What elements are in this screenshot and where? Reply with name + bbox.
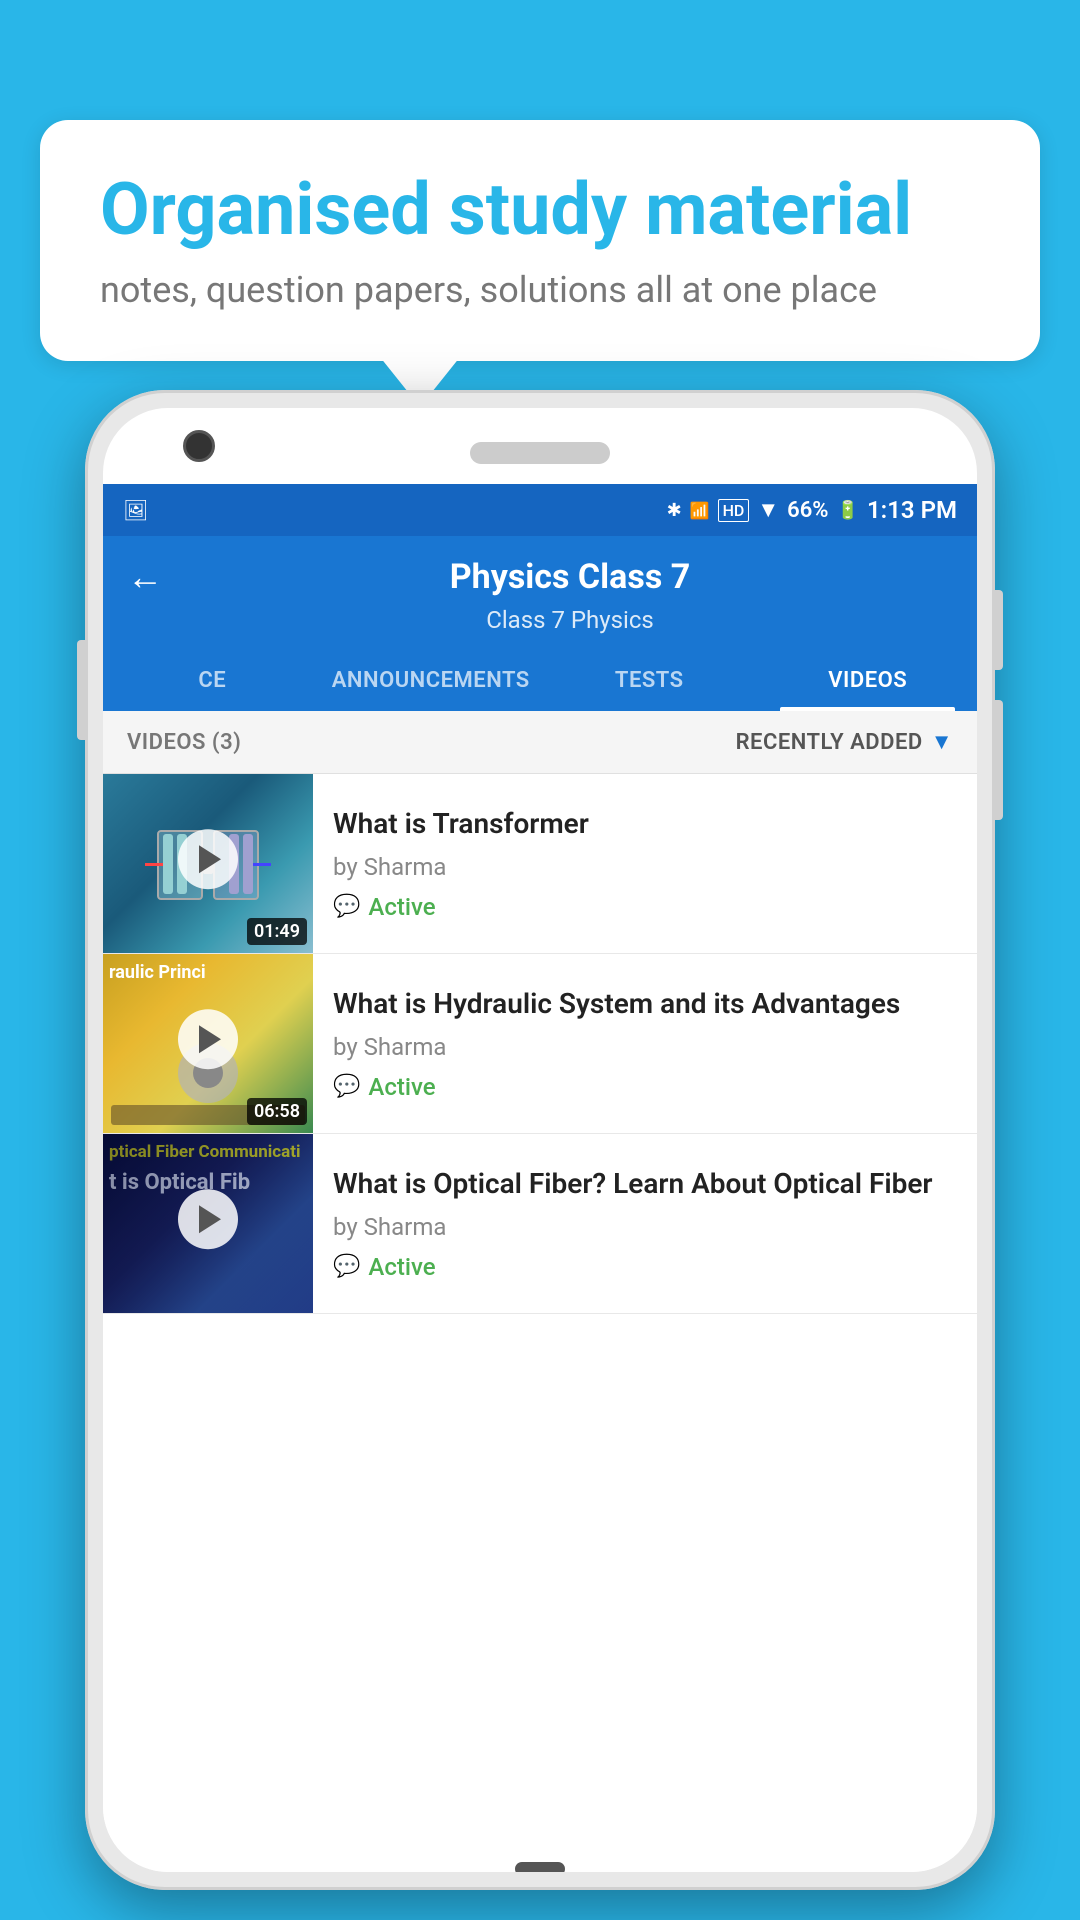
video-author-2: by Sharma (333, 1033, 957, 1061)
video-status-2: 💬 Active (333, 1073, 957, 1101)
signal-icon: 📶 (690, 501, 710, 520)
video-item-2[interactable]: raulic Princi 06:58 (103, 954, 977, 1134)
tab-ce[interactable]: CE (103, 650, 322, 711)
video-author-1: by Sharma (333, 853, 957, 881)
screen-content: 🖼 ✱ 📶 HD ▼ 66% 🔋 1:13 PM ← (103, 484, 977, 1872)
video-thumbnail-3: ptical Fiber Communicati t is Optical Fi… (103, 1134, 313, 1313)
video-thumbnail-1: 01:49 (103, 774, 313, 953)
video-info-2: What is Hydraulic System and its Advanta… (313, 954, 977, 1133)
breadcrumb: Class 7 Physics (127, 606, 953, 634)
chat-icon-2: 💬 (333, 1074, 360, 1099)
video-item-1[interactable]: 01:49 What is Transformer by Sharma 💬 Ac… (103, 774, 977, 954)
tab-announcements[interactable]: ANNOUNCEMENTS (322, 650, 541, 711)
video-status-1: 💬 Active (333, 893, 957, 921)
videos-header: VIDEOS (3) RECENTLY ADDED ▼ (103, 711, 977, 774)
video-item-3[interactable]: ptical Fiber Communicati t is Optical Fi… (103, 1134, 977, 1314)
back-button[interactable]: ← (127, 556, 163, 598)
play-icon-3 (199, 1205, 221, 1233)
play-icon-2 (199, 1025, 221, 1053)
active-badge-3: Active (368, 1253, 435, 1281)
bubble-title: Organised study material (100, 170, 980, 249)
status-bar: 🖼 ✱ 📶 HD ▼ 66% 🔋 1:13 PM (103, 484, 977, 536)
phone-frame: 🖼 ✱ 📶 HD ▼ 66% 🔋 1:13 PM ← (85, 390, 995, 1890)
chat-icon-3: 💬 (333, 1254, 360, 1279)
video-author-3: by Sharma (333, 1213, 957, 1241)
video-info-3: What is Optical Fiber? Learn About Optic… (313, 1134, 977, 1313)
wifi-icon: ▼ (757, 497, 779, 523)
video-duration-1: 01:49 (247, 918, 307, 945)
screen-title: Physics Class 7 (187, 557, 953, 597)
video-info-1: What is Transformer by Sharma 💬 Active (313, 774, 977, 953)
video-title-2: What is Hydraulic System and its Advanta… (333, 986, 957, 1022)
sort-dropdown[interactable]: RECENTLY ADDED ▼ (736, 729, 953, 755)
chat-icon-1: 💬 (333, 894, 360, 919)
status-left-icons: 🖼 (123, 498, 154, 522)
thumbnail-text-2: raulic Princi (109, 962, 206, 984)
play-button-3[interactable] (178, 1189, 238, 1249)
phone-camera (183, 430, 215, 462)
active-badge-2: Active (368, 1073, 435, 1101)
home-button[interactable] (515, 1862, 565, 1872)
battery-percent: 66% (787, 498, 828, 523)
play-button-2[interactable] (178, 1009, 238, 1069)
active-badge-1: Active (368, 893, 435, 921)
chevron-down-icon: ▼ (931, 729, 953, 755)
speech-bubble: Organised study material notes, question… (40, 120, 1040, 361)
video-duration-2: 06:58 (247, 1098, 307, 1125)
video-thumbnail-2: raulic Princi 06:58 (103, 954, 313, 1133)
phone-speaker (470, 442, 610, 464)
app-bar: ← Physics Class 7 Class 7 Physics (103, 536, 977, 650)
app-bar-top: ← Physics Class 7 (127, 556, 953, 598)
video-status-3: 💬 Active (333, 1253, 957, 1281)
tab-videos[interactable]: VIDEOS (759, 650, 978, 711)
side-button-right-top (995, 590, 1003, 670)
video-list: 01:49 What is Transformer by Sharma 💬 Ac… (103, 774, 977, 1872)
phone-screen: 🖼 ✱ 📶 HD ▼ 66% 🔋 1:13 PM ← (103, 408, 977, 1872)
bluetooth-icon: ✱ (667, 500, 682, 521)
image-icon: 🖼 (123, 498, 148, 522)
play-icon-1 (199, 845, 221, 873)
video-title-1: What is Transformer (333, 806, 957, 842)
tabs-bar: CE ANNOUNCEMENTS TESTS VIDEOS (103, 650, 977, 711)
background: Organised study material notes, question… (0, 0, 1080, 1920)
video-title-3: What is Optical Fiber? Learn About Optic… (333, 1166, 957, 1202)
status-time: 1:13 PM (867, 496, 957, 524)
phone-top-bar (103, 408, 977, 488)
side-button-right-bottom (995, 700, 1003, 820)
hd-badge: HD (718, 499, 750, 522)
bubble-subtitle: notes, question papers, solutions all at… (100, 269, 980, 311)
videos-count: VIDEOS (3) (127, 730, 241, 755)
play-button-1[interactable] (178, 829, 238, 889)
side-button-left (77, 640, 85, 740)
battery-icon: 🔋 (837, 500, 859, 521)
status-right-info: ✱ 📶 HD ▼ 66% 🔋 1:13 PM (667, 496, 957, 524)
tab-tests[interactable]: TESTS (540, 650, 759, 711)
